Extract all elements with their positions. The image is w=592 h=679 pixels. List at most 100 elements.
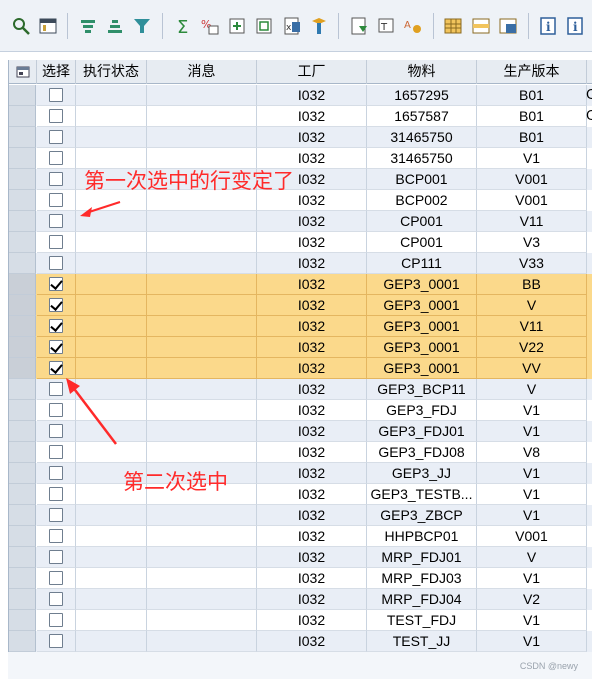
- select-checkbox[interactable]: [49, 403, 63, 417]
- table-row[interactable]: I032 TEST_JJ V1: [9, 631, 592, 652]
- row-selector[interactable]: [9, 211, 36, 232]
- table-row[interactable]: I032 MRP_FDJ04 V2: [9, 589, 592, 610]
- sort-ascending-icon[interactable]: [77, 14, 98, 38]
- row-selector[interactable]: [9, 505, 36, 526]
- select-checkbox[interactable]: [49, 613, 63, 627]
- select-checkbox[interactable]: [49, 277, 63, 291]
- table-row[interactable]: I032 MRP_FDJ03 V1: [9, 568, 592, 589]
- row-selector[interactable]: [9, 379, 36, 400]
- select-all-layout-icon[interactable]: [9, 60, 37, 84]
- row-selector[interactable]: [9, 610, 36, 631]
- table-row[interactable]: I032 GEP3_JJ V1: [9, 463, 592, 484]
- select-checkbox[interactable]: [49, 235, 63, 249]
- row-selector[interactable]: [9, 337, 36, 358]
- row-selector[interactable]: [9, 358, 36, 379]
- abc-analysis-icon[interactable]: A: [403, 14, 424, 38]
- select-checkbox[interactable]: [49, 172, 63, 186]
- row-selector[interactable]: [9, 106, 36, 127]
- export-icon[interactable]: [226, 14, 247, 38]
- table-row[interactable]: I0321657295B01C: [9, 85, 592, 106]
- table-row[interactable]: I032 TEST_FDJ V1: [9, 610, 592, 631]
- row-selector[interactable]: [9, 442, 36, 463]
- total-icon[interactable]: Σ: [172, 14, 193, 38]
- excel-icon[interactable]: x: [281, 14, 302, 38]
- details-icon[interactable]: [10, 14, 31, 38]
- column-header-message[interactable]: 消息: [147, 60, 257, 84]
- row-selector[interactable]: [9, 295, 36, 316]
- table-row[interactable]: I032 CP001 V3: [9, 232, 592, 253]
- select-checkbox[interactable]: [49, 319, 63, 333]
- select-checkbox[interactable]: [49, 340, 63, 354]
- layout-icon[interactable]: [254, 14, 275, 38]
- row-selector[interactable]: [9, 85, 36, 106]
- send-icon[interactable]: T: [375, 14, 396, 38]
- row-selector[interactable]: [9, 631, 36, 652]
- grid-view-icon[interactable]: [443, 14, 464, 38]
- select-checkbox[interactable]: [49, 445, 63, 459]
- row-selector[interactable]: [9, 463, 36, 484]
- info-icon[interactable]: i: [537, 14, 558, 38]
- select-checkbox[interactable]: [49, 151, 63, 165]
- select-checkbox[interactable]: [49, 529, 63, 543]
- select-checkbox[interactable]: [49, 361, 63, 375]
- table-row[interactable]: I032 MRP_FDJ01 V: [9, 547, 592, 568]
- column-header-material[interactable]: 物料: [367, 60, 477, 84]
- select-checkbox[interactable]: [49, 256, 63, 270]
- row-selector[interactable]: [9, 568, 36, 589]
- row-selector[interactable]: [9, 589, 36, 610]
- column-header-exec-status[interactable]: 执行状态: [76, 60, 147, 84]
- row-selector[interactable]: [9, 127, 36, 148]
- row-selector[interactable]: [9, 316, 36, 337]
- change-layout-icon[interactable]: [470, 14, 491, 38]
- select-checkbox[interactable]: [49, 424, 63, 438]
- row-selector[interactable]: [9, 484, 36, 505]
- print-preview-icon[interactable]: [37, 14, 58, 38]
- filter-icon[interactable]: [132, 14, 153, 38]
- select-checkbox[interactable]: [49, 508, 63, 522]
- table-row[interactable]: I032 31465750 B01: [9, 127, 592, 148]
- subtotal-icon[interactable]: %: [199, 14, 220, 38]
- select-checkbox[interactable]: [49, 466, 63, 480]
- spreadsheet-icon[interactable]: [348, 14, 369, 38]
- table-row[interactable]: I032 CP111 V33: [9, 253, 592, 274]
- row-selector[interactable]: [9, 169, 36, 190]
- select-checkbox[interactable]: [49, 88, 63, 102]
- select-checkbox[interactable]: [49, 487, 63, 501]
- version-cell: V33: [477, 253, 587, 274]
- table-row[interactable]: I032 GEP3_0001 V: [9, 295, 592, 316]
- table-row[interactable]: I0321657587B01C: [9, 106, 592, 127]
- column-header-plant[interactable]: 工厂: [257, 60, 367, 84]
- help-info-icon[interactable]: i: [565, 14, 586, 38]
- select-checkbox[interactable]: [49, 193, 63, 207]
- select-checkbox[interactable]: [49, 571, 63, 585]
- table-row[interactable]: I032 GEP3_TESTB... V1: [9, 484, 592, 505]
- row-selector[interactable]: [9, 421, 36, 442]
- row-selector[interactable]: [9, 148, 36, 169]
- column-header-production-version[interactable]: 生产版本: [477, 60, 587, 84]
- row-selector[interactable]: [9, 253, 36, 274]
- select-checkbox[interactable]: [49, 214, 63, 228]
- row-selector[interactable]: [9, 232, 36, 253]
- table-row[interactable]: I032 GEP3_0001 V22: [9, 337, 592, 358]
- row-selector[interactable]: [9, 274, 36, 295]
- select-checkbox[interactable]: [49, 109, 63, 123]
- select-checkbox[interactable]: [49, 382, 63, 396]
- select-cell: [37, 316, 76, 337]
- row-selector[interactable]: [9, 526, 36, 547]
- select-checkbox[interactable]: [49, 634, 63, 648]
- table-row[interactable]: I032 GEP3_ZBCP V1: [9, 505, 592, 526]
- select-checkbox[interactable]: [49, 592, 63, 606]
- select-checkbox[interactable]: [49, 298, 63, 312]
- sort-descending-icon[interactable]: [105, 14, 126, 38]
- row-selector[interactable]: [9, 400, 36, 421]
- word-icon[interactable]: [308, 14, 329, 38]
- column-header-select[interactable]: 选择: [37, 60, 76, 84]
- select-layout-icon[interactable]: [497, 14, 518, 38]
- row-selector[interactable]: [9, 547, 36, 568]
- table-row[interactable]: I032 HHPBCP01 V001: [9, 526, 592, 547]
- select-checkbox[interactable]: [49, 130, 63, 144]
- row-selector[interactable]: [9, 190, 36, 211]
- select-checkbox[interactable]: [49, 550, 63, 564]
- table-row[interactable]: I032 GEP3_0001 BB: [9, 274, 592, 295]
- table-row[interactable]: I032 GEP3_0001 V11: [9, 316, 592, 337]
